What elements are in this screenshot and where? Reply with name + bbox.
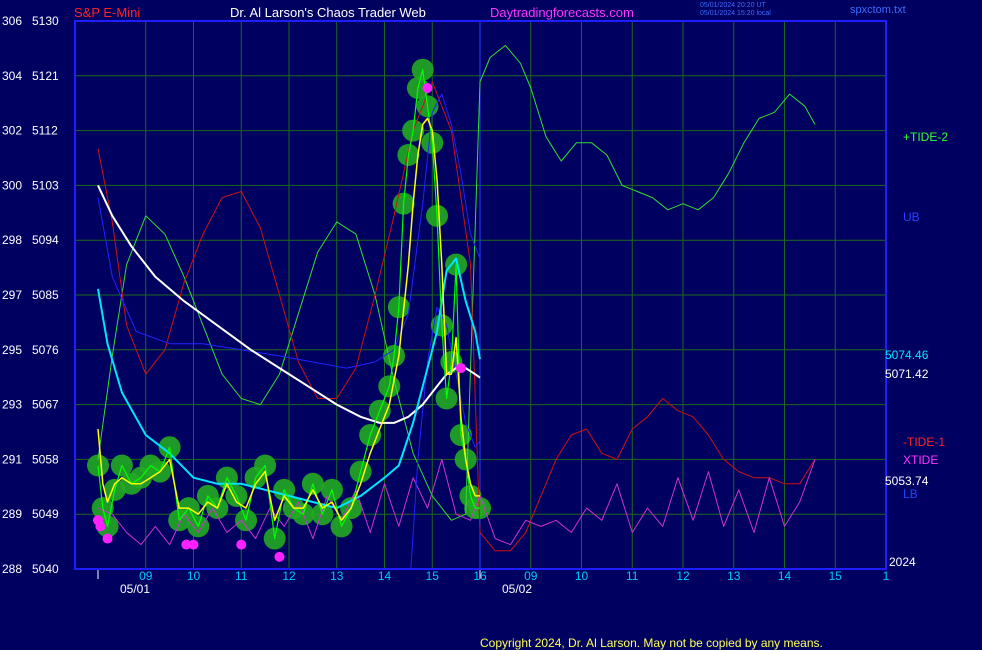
date-label: 05/02	[502, 582, 532, 596]
grid-lines	[75, 20, 887, 570]
y-label-right: 5121	[32, 69, 59, 83]
timestamp-local: 05/01/2024 15:20 local	[700, 10, 771, 17]
y-label-left: 288	[2, 562, 22, 576]
turn-marker	[102, 533, 113, 544]
x-tick-label: 12	[676, 569, 690, 583]
y-label-left: 293	[2, 398, 22, 412]
x-tick-label: 10	[575, 569, 589, 583]
x-tick-label: 10	[187, 569, 201, 583]
x-tick-label: 11	[626, 569, 639, 583]
white-value-label: 5071.42	[885, 367, 929, 381]
y-label-left: 297	[2, 288, 22, 302]
x-tick-label: 15	[426, 569, 440, 583]
y-label-right: 5067	[32, 398, 59, 412]
y-label-left: 306	[2, 14, 22, 28]
y-label-right: 5130	[32, 14, 59, 28]
symbol-label: S&P E-Mini	[74, 5, 141, 20]
y-label-left: 300	[2, 178, 22, 192]
lower-band-label: LB	[903, 487, 918, 501]
turn-marker	[422, 82, 433, 93]
y-label-right: 5058	[32, 452, 59, 466]
timestamp-ut: 05/01/2024 20:20 UT	[700, 2, 766, 9]
y-label-right: 5049	[32, 507, 59, 521]
y-label-right: 5094	[32, 233, 59, 247]
turn-marker	[188, 539, 199, 550]
x-tick-label: 14	[778, 569, 792, 583]
turn-marker	[236, 539, 247, 550]
xtide-label: XTIDE	[903, 453, 939, 467]
y-label-right: 5076	[32, 343, 59, 357]
x-tick-label: 12	[282, 569, 296, 583]
chart-canvas: 306 5130 304 5121 302 5112 300 5103 298 5094 297 50…	[2, 14, 890, 596]
yellow-value-label: 5053.74	[885, 474, 929, 488]
x-tick-label: 09	[139, 569, 153, 583]
y-label-right: 5103	[32, 178, 59, 192]
x-tick-label: 09	[524, 569, 538, 583]
x-axis: 09 10 11 12 13 14 15 16 09 10 11 12 13 14 15 105/01 05/0…	[97, 569, 890, 596]
upper-band-label: UB	[903, 210, 920, 224]
turn-marker	[274, 551, 285, 562]
year-label: 2024	[889, 555, 916, 569]
tide1-label: -TIDE-1	[903, 435, 945, 449]
tide2-label: +TIDE-2	[903, 130, 949, 144]
y-label-left: 295	[2, 343, 22, 357]
y-label-right: 5112	[32, 124, 58, 138]
copyright: Copyright 2024, Dr. Al Larson. May not b…	[480, 636, 823, 650]
data-file-label: spxctom.txt	[850, 4, 906, 16]
x-tick-label: 13	[727, 569, 741, 583]
y-label-left: 289	[2, 507, 22, 521]
y-label-left: 298	[2, 233, 22, 247]
x-tick-label: 15	[829, 569, 843, 583]
turn-marker	[95, 521, 106, 532]
date-label: 05/01	[120, 582, 150, 596]
x-tick-label: 13	[330, 569, 344, 583]
chart-title: Dr. Al Larson's Chaos Trader Web	[230, 5, 426, 20]
x-tick-label: 1	[883, 569, 890, 583]
x-tick-label: 14	[378, 569, 392, 583]
y-label-right: 5085	[32, 288, 59, 302]
x-tick-label: 11	[235, 569, 248, 583]
y-label-left: 291	[2, 452, 22, 466]
y-label-right: 5040	[32, 562, 59, 576]
y-label-left: 302	[2, 124, 22, 138]
cyan-value-label: 5074.46	[885, 348, 929, 362]
y-label-left: 304	[2, 69, 22, 83]
y-axis: 306 5130 304 5121 302 5112 300 5103 298 5094 297 50…	[2, 14, 59, 576]
site-link[interactable]: Daytradingforecasts.com	[490, 5, 634, 20]
turn-marker	[455, 363, 466, 374]
